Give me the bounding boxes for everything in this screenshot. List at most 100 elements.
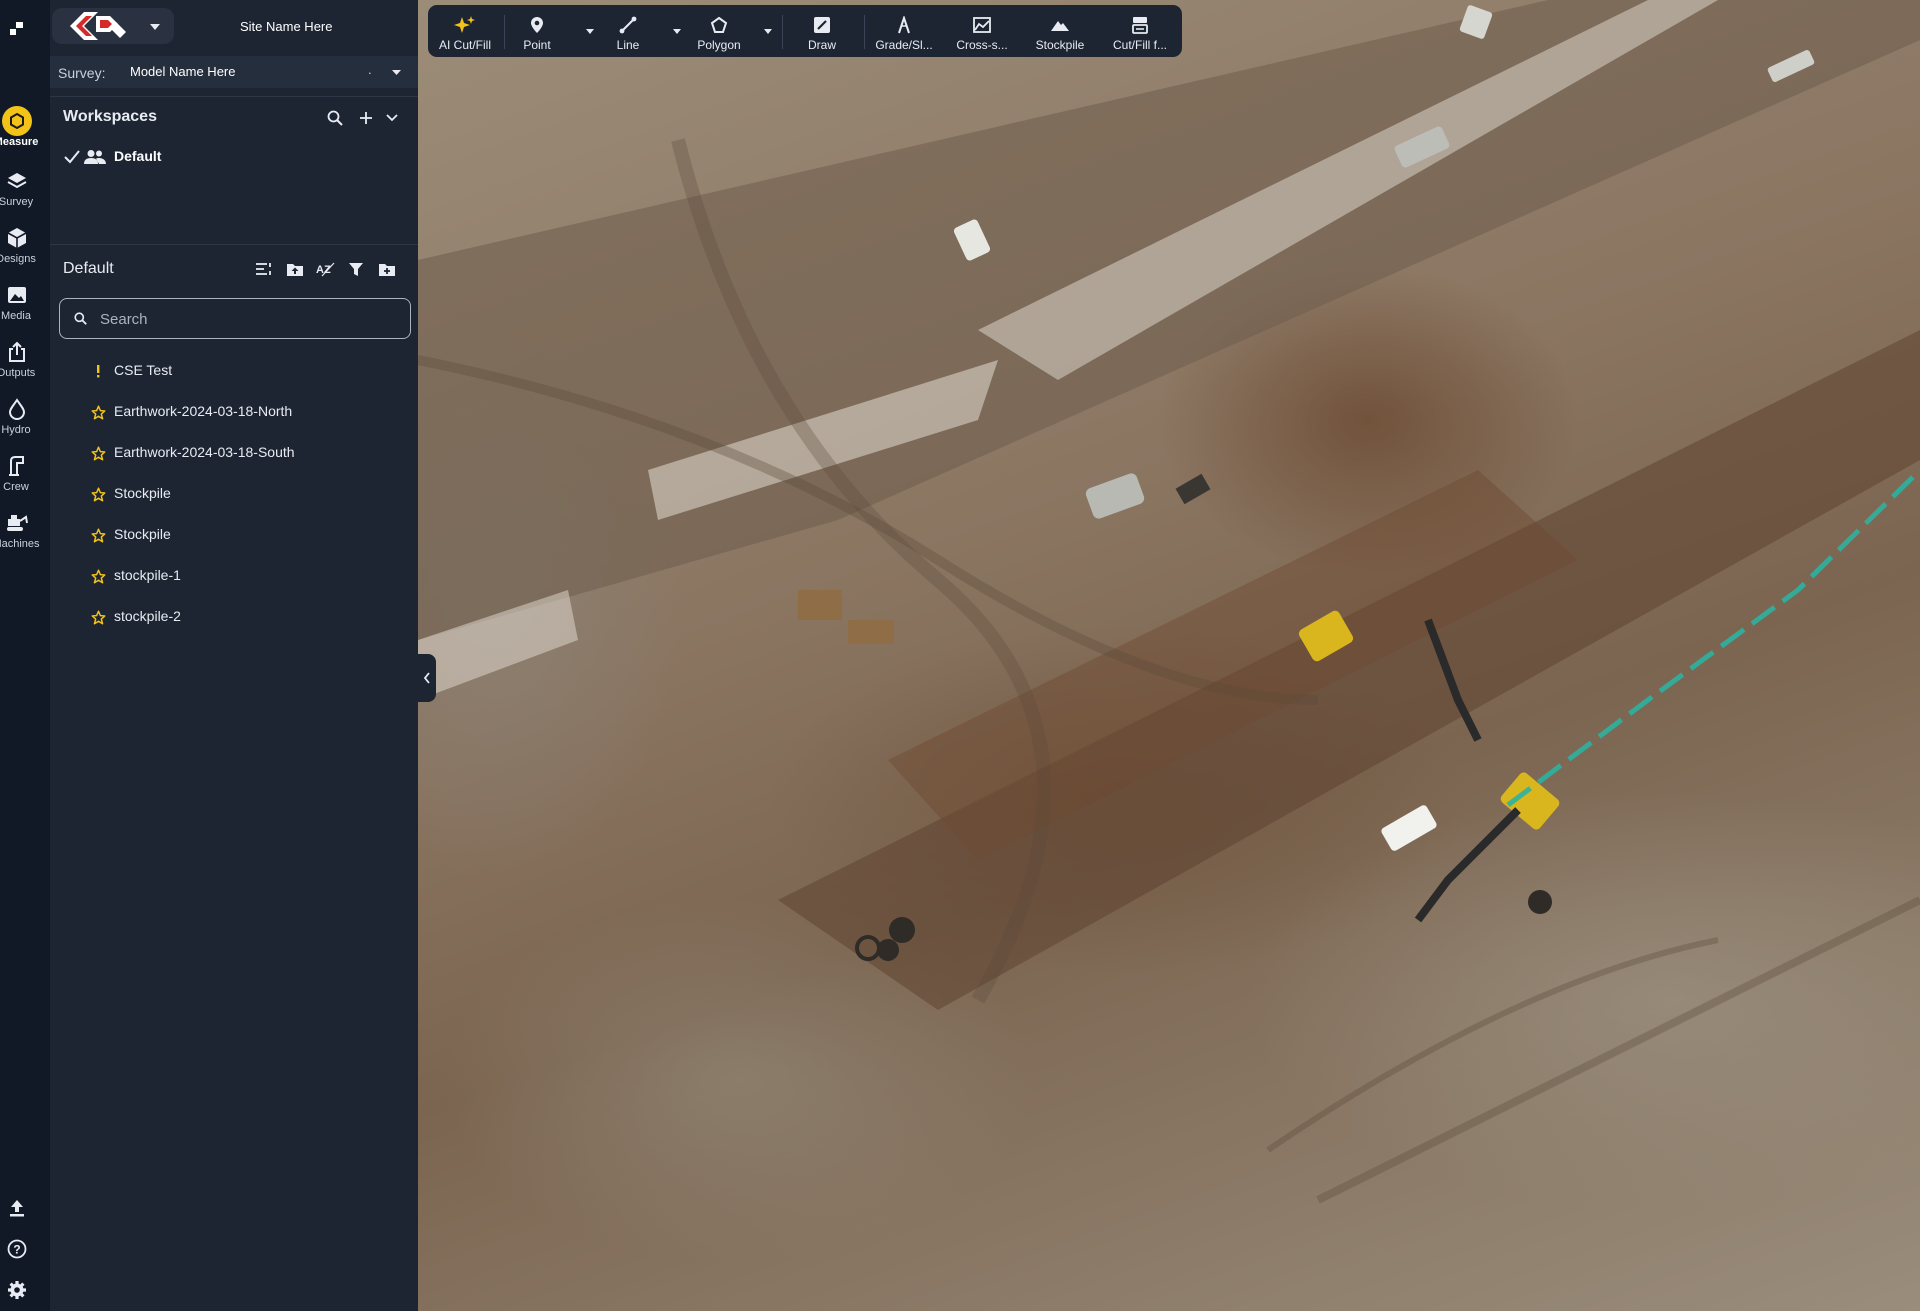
crew-icon [0, 453, 34, 479]
rail-label-designs: Designs [0, 253, 36, 265]
panel-collapse-toggle[interactable] [418, 654, 436, 702]
star-icon [90, 445, 106, 461]
panel-topbar: Site Name Here [50, 0, 451, 54]
layers-icon [0, 168, 34, 194]
rail-label-survey: Survey [0, 196, 34, 208]
layer-label: Stockpile [114, 485, 171, 501]
layer-label: Earthwork-2024-03-18-South [114, 444, 295, 460]
tool-label: Polygon [697, 38, 741, 52]
layer-item[interactable]: stockpile-2 [90, 601, 400, 633]
rail-label-hydro: Hydro [1, 424, 31, 436]
list-view-icon[interactable] [254, 259, 274, 279]
layer-item[interactable]: Stockpile [90, 519, 400, 551]
workspace-label: Default [114, 148, 162, 164]
divider [504, 15, 505, 49]
chevron-down-icon[interactable] [382, 108, 402, 128]
model-suffix: . [368, 62, 372, 77]
rail-item-outputs[interactable]: Outputs [0, 333, 50, 389]
tool-label: Grade/Sl... [875, 38, 933, 52]
cube-icon [0, 225, 34, 251]
search-icon [74, 312, 87, 325]
measure-toolbar: AI Cut/Fill Point Line Polygon Draw Grad… [428, 5, 1182, 57]
tool-label: AI Cut/Fill [438, 38, 491, 52]
rail-item-measure[interactable]: Measure [0, 102, 50, 158]
layer-item[interactable]: Stockpile [90, 478, 400, 510]
tool-line[interactable]: Line [606, 5, 650, 57]
layer-group-title: Default [63, 260, 114, 277]
site-name: Site Name Here [240, 19, 333, 34]
layer-item[interactable]: stockpile-1 [90, 560, 400, 592]
help-icon[interactable]: ? [0, 1234, 34, 1264]
tool-draw[interactable]: Draw [792, 5, 852, 57]
tool-label: Line [616, 38, 640, 52]
chevron-down-icon [150, 24, 160, 30]
layer-label: CSE Test [114, 362, 173, 378]
star-icon [90, 486, 106, 502]
rail-label-outputs: Outputs [0, 367, 36, 379]
settings-icon[interactable] [0, 1275, 34, 1305]
app-logo-icon [10, 22, 23, 35]
layer-search [59, 298, 411, 340]
layer-item[interactable]: CSE Test [90, 355, 400, 387]
chevron-left-icon [423, 672, 430, 684]
filter-icon[interactable] [346, 259, 366, 279]
rail-label-machines: Machines [0, 538, 40, 550]
tool-point[interactable]: Point [514, 5, 560, 57]
rail-item-hydro[interactable]: Hydro [0, 390, 50, 446]
chevron-down-icon[interactable] [670, 25, 684, 37]
survey-label: Survey: [58, 65, 106, 81]
divider [782, 15, 783, 49]
folder-upload-icon[interactable] [285, 259, 305, 279]
sparkle-icon [436, 14, 494, 36]
rail-item-media[interactable]: Media [0, 276, 50, 332]
search-input[interactable] [98, 299, 402, 340]
tool-label: Draw [807, 38, 836, 52]
upload-icon[interactable] [0, 1193, 34, 1223]
cross-section-icon [952, 14, 1012, 36]
grade-icon [874, 14, 934, 36]
people-icon [84, 150, 106, 164]
tool-grade-slope[interactable]: Grade/Sl... [874, 5, 934, 57]
chevron-down-icon[interactable] [761, 25, 775, 37]
divider [50, 244, 418, 245]
pin-icon [514, 14, 560, 36]
add-folder-icon[interactable] [377, 259, 397, 279]
tool-label: Cut/Fill f... [1112, 38, 1167, 52]
workspace-item-default[interactable]: Default [64, 146, 264, 168]
tool-cross-section[interactable]: Cross-s... [952, 5, 1012, 57]
cut-fill-icon [1108, 14, 1172, 36]
machine-icon [0, 510, 34, 536]
search-icon[interactable] [325, 108, 345, 128]
water-drop-icon [0, 396, 34, 422]
survey-select[interactable]: Survey: Model Name Here . [50, 56, 418, 88]
tool-cut-fill-from[interactable]: Cut/Fill f... [1108, 5, 1172, 57]
layer-label: Stockpile [114, 526, 171, 542]
sort-az-icon[interactable]: AZ [316, 259, 336, 279]
tool-stockpile[interactable]: Stockpile [1032, 5, 1088, 57]
add-icon[interactable] [356, 108, 376, 128]
svg-text:?: ? [13, 1243, 20, 1257]
rail-item-survey[interactable]: Survey [0, 162, 50, 218]
tool-ai-cut-fill[interactable]: AI Cut/Fill [436, 5, 494, 57]
tool-polygon[interactable]: Polygon [692, 5, 746, 57]
export-icon [0, 339, 34, 365]
brand-logo-icon [70, 12, 126, 40]
divider [864, 15, 865, 49]
divider [50, 96, 418, 97]
tool-label: Cross-s... [956, 38, 1008, 52]
brand-menu-button[interactable] [52, 8, 174, 44]
aerial-map[interactable] [418, 0, 1920, 1311]
rail-item-machines[interactable]: Machines [0, 504, 50, 560]
layer-item[interactable]: Earthwork-2024-03-18-North [90, 396, 400, 428]
chevron-down-icon[interactable] [583, 25, 597, 37]
rail-item-designs[interactable]: Designs [0, 219, 50, 275]
image-icon [0, 282, 34, 308]
rail-item-crew[interactable]: Crew [0, 447, 50, 503]
layer-item[interactable]: Earthwork-2024-03-18-South [90, 437, 400, 469]
rail-label-measure: Measure [0, 136, 39, 148]
rail-label-crew: Crew [3, 481, 29, 493]
star-icon [90, 527, 106, 543]
chevron-down-icon [392, 70, 401, 75]
icon-rail: Measure Survey Designs Media Outputs Hyd… [0, 0, 50, 1311]
star-icon [90, 568, 106, 584]
